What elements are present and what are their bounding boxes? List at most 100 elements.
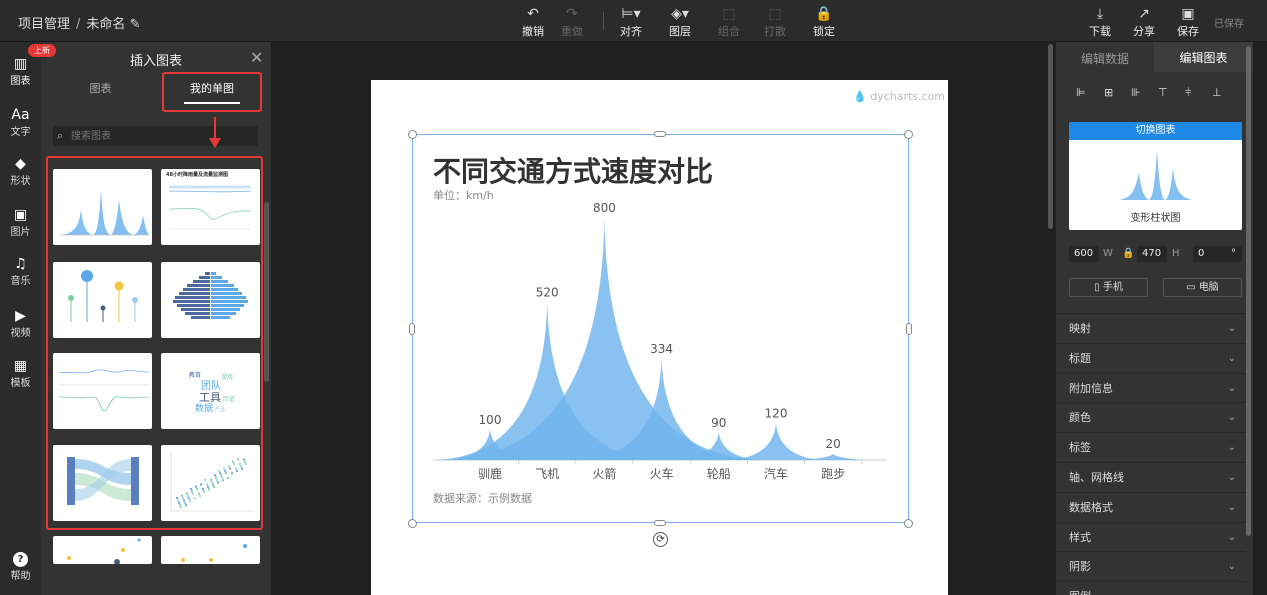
download-button[interactable]: ⤓ 下载 [1080, 5, 1120, 39]
thumbnail-peak-bar[interactable] [53, 169, 152, 245]
section-9[interactable]: 图例 ⌄ [1056, 581, 1246, 595]
scatter-thumb-point [239, 465, 243, 468]
thumbnail-partial-1[interactable] [53, 536, 152, 564]
nav-text[interactable]: Aa 文字 [0, 107, 41, 138]
resize-handle-nw[interactable] [408, 130, 417, 139]
align-center-h-icon[interactable]: ⊞ [1104, 86, 1113, 99]
thumbnail-lollipop[interactable] [53, 262, 152, 338]
thumbnail-word-cloud[interactable]: 教育 团队 工具 数据 历史 游戏 产品 [161, 353, 260, 429]
section-6[interactable]: 数据格式 ⌄ [1056, 491, 1246, 522]
thumbnail-sankey[interactable] [53, 445, 152, 521]
group-button[interactable]: ⬚ 组合 [709, 5, 749, 39]
resize-handle-ne[interactable] [904, 130, 913, 139]
scatter-thumb-point [188, 499, 192, 502]
tab-edit-chart[interactable]: 编辑图表 [1154, 42, 1253, 72]
scatter-thumb-point [222, 467, 226, 470]
highlight-box-tab [162, 72, 262, 112]
thumbnail-rainfall[interactable]: 48小时降雨量及流量监测图 [161, 169, 260, 245]
doc-name[interactable]: 未命名 [86, 17, 125, 32]
lock-ratio-icon[interactable]: 🔒 [1122, 248, 1134, 259]
thumbnail-partial-2[interactable] [161, 536, 260, 564]
chart-plot: 100 驯鹿 520 飞机 800 火箭 334 火车 90 轮船 120 汽车 20 跑步 [432, 201, 886, 481]
resize-handle-sw[interactable] [408, 519, 417, 528]
width-input[interactable]: 600 [1069, 246, 1099, 262]
phone-icon: ▯ [1094, 282, 1100, 293]
nav-music[interactable]: ♫ 音乐 [0, 256, 41, 287]
switch-chart-card[interactable]: 切换图表 变形柱状图 [1069, 122, 1242, 230]
section-label: 轴、网格线 [1069, 471, 1124, 484]
rotate-icon[interactable]: ⟳ [653, 532, 668, 547]
word-cloud-word-6: 产品 [215, 406, 225, 413]
mobile-view-button[interactable]: ▯ 手机 [1069, 278, 1148, 297]
align-button[interactable]: ⊨▾ 对齐 [611, 5, 651, 39]
section-5[interactable]: 轴、网格线 ⌄ [1056, 462, 1246, 492]
scatter-thumb-point [181, 497, 185, 500]
nav-help[interactable]: ? 帮助 [0, 552, 41, 582]
height-input[interactable]: 470 [1137, 246, 1167, 262]
thumbnail-line-compare[interactable] [53, 353, 152, 429]
nav-shapes[interactable]: ◆ 形状 [0, 156, 41, 187]
edit-pencil-icon[interactable]: ✎ [130, 17, 141, 32]
category-label: 火车 [650, 466, 674, 481]
save-button[interactable]: ▣ 保存 [1168, 5, 1208, 39]
scatter-thumb-point [240, 467, 244, 470]
scatter-thumb-point [243, 460, 247, 463]
align-left-icon[interactable]: ⊫ [1076, 86, 1086, 99]
section-8[interactable]: 阴影 ⌄ [1056, 551, 1246, 581]
tab-charts[interactable]: 图表 [88, 80, 113, 96]
scatter-thumb-point [213, 474, 217, 477]
scatter-thumb-point [231, 460, 235, 463]
scatter-thumb-point [236, 458, 240, 461]
align-right-icon[interactable]: ⊪ [1131, 86, 1141, 99]
layers-button[interactable]: ◈▾ 图层 [660, 5, 700, 39]
chevron-down-icon: ⌄ [1227, 382, 1236, 394]
thumbnail-scatter[interactable] [161, 445, 260, 521]
nav-video[interactable]: ▶ 视频 [0, 308, 41, 339]
breadcrumb-project[interactable]: 项目管理 [18, 17, 70, 32]
section-4[interactable]: 标签 ⌄ [1056, 432, 1246, 462]
canvas-scrollbar[interactable] [1048, 44, 1053, 229]
scatter-thumb-point [218, 471, 222, 475]
nav-label: 图表 [10, 76, 31, 87]
ungroup-button[interactable]: ⬚ 打散 [755, 5, 795, 39]
desktop-view-button[interactable]: ▭ 电脑 [1163, 278, 1242, 297]
rotation-input[interactable]: 0 ° [1193, 246, 1242, 262]
resize-handle-n[interactable] [654, 131, 666, 137]
scatter-thumb-point [238, 462, 242, 466]
nav-image[interactable]: ▣ 图片 [0, 207, 41, 238]
redo-button[interactable]: ↷ 重做 [552, 5, 592, 39]
align-center-v-icon[interactable]: ⫩ [1185, 86, 1191, 100]
align-top-icon[interactable]: ⊤ [1158, 86, 1168, 99]
scatter-thumb-point [193, 497, 197, 500]
word-cloud-word-5: 游戏 [221, 373, 233, 381]
nav-chart[interactable]: ▥ 图表 [0, 56, 41, 87]
search-input[interactable] [71, 128, 251, 144]
right-panel: 编辑数据 编辑图表 ⊫ ⊞ ⊪ ⊤ ⫩ ⊥ 切换图表 变形柱状图 600 W 🔒… [1056, 42, 1253, 595]
resize-handle-s[interactable] [654, 520, 666, 526]
lock-button[interactable]: 🔒 锁定 [804, 5, 844, 39]
scatter-thumb-point [186, 494, 190, 497]
undo-button[interactable]: ↶ 撤销 [513, 5, 553, 39]
word-cloud-word-2: 工具 [199, 391, 221, 404]
resize-handle-se[interactable] [904, 519, 913, 528]
panel-scrollbar[interactable] [264, 202, 269, 382]
tab-edit-data[interactable]: 编辑数据 [1056, 50, 1154, 67]
section-2[interactable]: 附加信息 ⌄ [1056, 372, 1246, 403]
share-button[interactable]: ↗ 分享 [1124, 5, 1164, 39]
right-panel-scrollbar[interactable] [1246, 46, 1251, 536]
desktop-icon: ▭ [1186, 282, 1196, 293]
chevron-down-icon: ⌄ [1227, 531, 1236, 543]
toolbar-divider [603, 12, 604, 30]
section-0[interactable]: 映射 ⌄ [1056, 313, 1246, 343]
section-label: 数据格式 [1069, 500, 1113, 514]
switch-chart-button[interactable]: 切换图表 [1069, 122, 1242, 140]
section-3[interactable]: 颜色 ⌄ [1056, 402, 1246, 432]
thumbnail-population-pyramid[interactable] [161, 262, 260, 338]
scatter-thumb-point [235, 469, 239, 473]
chevron-down-icon: ⌄ [1227, 352, 1236, 364]
section-1[interactable]: 标题 ⌄ [1056, 342, 1246, 373]
align-bottom-icon[interactable]: ⊥ [1212, 86, 1222, 99]
section-7[interactable]: 样式 ⌄ [1056, 521, 1246, 552]
close-icon[interactable]: ✕ [250, 48, 263, 67]
nav-template[interactable]: ▦ 模板 [0, 358, 41, 389]
